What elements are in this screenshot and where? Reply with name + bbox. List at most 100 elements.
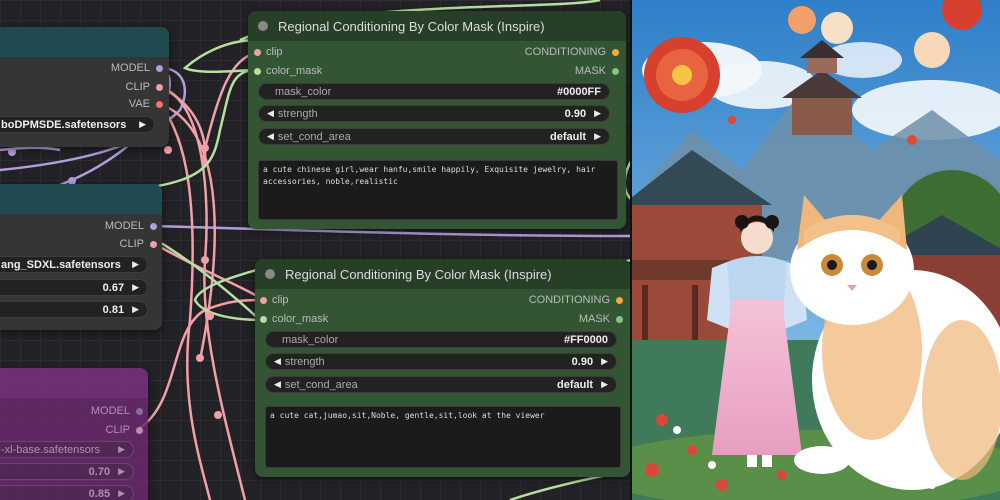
set-cond-area-value: default [557, 378, 594, 391]
set-cond-area-combo[interactable]: ◀ set_cond_area default ▶ [265, 376, 617, 393]
mask-color-value: #FF0000 [563, 333, 608, 346]
output-label-mask: MASK [578, 313, 610, 325]
node-header[interactable] [0, 184, 162, 214]
strength-widget[interactable]: ◀ strength 0.90 ▶ [258, 105, 610, 122]
set-cond-area-value: default [550, 130, 587, 143]
generated-image-preview [632, 0, 1000, 500]
strength-label: strength [284, 355, 325, 368]
collapse-dot-icon[interactable] [265, 269, 275, 279]
arrow-right-icon[interactable]: ▶ [601, 356, 608, 367]
conditioning-output-socket[interactable] [612, 49, 619, 56]
mask-output-socket[interactable] [612, 68, 619, 75]
color-mask-input-socket[interactable] [254, 68, 261, 75]
wire-mask [193, 266, 264, 322]
arrow-left-icon[interactable]: ◀ [274, 379, 281, 390]
output-label-vae: VAE [128, 98, 150, 110]
value1-widget[interactable]: 0.70 ▶ [0, 463, 134, 480]
output-label-conditioning: CONDITIONING [528, 294, 610, 306]
clip-input-socket[interactable] [254, 49, 261, 56]
node-header[interactable]: Regional Conditioning By Color Mask (Ins… [255, 259, 630, 289]
wire-model [0, 146, 61, 152]
output-label-model: MODEL [104, 220, 144, 232]
mask-color-label: mask_color [275, 85, 332, 98]
regional-conditioning-node-1[interactable]: Regional Conditioning By Color Mask (Ins… [248, 11, 626, 229]
ckpt-name-combo[interactable]: -xl-base.safetensors ▶ [0, 441, 134, 458]
arrow-left-icon[interactable]: ◀ [267, 131, 274, 142]
red-flower [644, 37, 720, 113]
color-mask-input-socket[interactable] [260, 316, 267, 323]
value2-value: 0.85 [88, 487, 111, 500]
conditioning-output-socket[interactable] [616, 297, 623, 304]
lora-name-combo[interactable]: ang_SDXL.safetensors ▶ [0, 256, 148, 273]
output-label-clip: CLIP [119, 238, 144, 250]
vae-output-socket[interactable] [156, 101, 163, 108]
lora-loader-node[interactable]: MODEL CLIP ang_SDXL.safetensors ▶ 0.67 ▶… [0, 184, 162, 330]
model-output-socket[interactable] [156, 65, 163, 72]
model-output-socket[interactable] [136, 408, 143, 415]
reroute-dot [201, 144, 209, 152]
node-header[interactable]: Regional Conditioning By Color Mask (Ins… [248, 11, 626, 41]
regional-conditioning-node-2[interactable]: Regional Conditioning By Color Mask (Ins… [255, 259, 630, 477]
clip-output-socket[interactable] [150, 241, 157, 248]
output-label-model: MODEL [110, 62, 150, 74]
arrow-right-icon[interactable]: ▶ [132, 304, 139, 315]
arrow-right-icon[interactable]: ▶ [132, 282, 139, 293]
reroute-dot [196, 354, 204, 362]
reroute-dot [214, 411, 222, 419]
value1-value: 0.70 [88, 465, 111, 478]
arrow-right-icon[interactable]: ▶ [139, 119, 146, 130]
value2-widget[interactable]: 0.85 ▶ [0, 485, 134, 500]
node-header[interactable] [0, 27, 169, 57]
strength-value: 0.90 [571, 355, 594, 368]
collapse-dot-icon[interactable] [258, 21, 268, 31]
mask-color-value: #0000FF [556, 85, 601, 98]
set-cond-area-label: set_cond_area [277, 130, 351, 143]
clip-output-socket[interactable] [156, 84, 163, 91]
input-label-clip: clip [272, 294, 289, 306]
set-cond-area-label: set_cond_area [284, 378, 358, 391]
mask-color-input[interactable]: mask_color #FF0000 [265, 331, 617, 348]
arrow-right-icon[interactable]: ▶ [594, 131, 601, 142]
arrow-right-icon[interactable]: ▶ [132, 259, 139, 270]
strength-clip-value: 0.81 [102, 303, 125, 316]
node-graph-canvas[interactable]: MODEL CLIP VAE boDPMSDE.safetensors ▶ MO… [0, 0, 632, 500]
checkpoint-loader-node[interactable]: MODEL CLIP VAE boDPMSDE.safetensors ▶ [0, 27, 169, 147]
ckpt-name-value: boDPMSDE.safetensors [1, 118, 127, 131]
arrow-right-icon[interactable]: ▶ [118, 488, 125, 499]
reroute-dot [206, 312, 214, 320]
strength-clip-widget[interactable]: 0.81 ▶ [0, 301, 148, 318]
reroute-dot [164, 146, 172, 154]
clip-input-socket[interactable] [260, 297, 267, 304]
output-label-clip: CLIP [105, 424, 130, 436]
arrow-right-icon[interactable]: ▶ [594, 108, 601, 119]
wire-clip [159, 85, 247, 500]
strength-widget[interactable]: ◀ strength 0.90 ▶ [265, 353, 617, 370]
arrow-left-icon[interactable]: ◀ [267, 108, 274, 119]
prompt-textarea[interactable]: a cute cat,jumao,sit,Noble, gentle,sit,l… [265, 406, 621, 468]
arrow-left-icon[interactable]: ◀ [274, 356, 281, 367]
strength-model-widget[interactable]: 0.67 ▶ [0, 279, 148, 296]
ckpt-name-combo[interactable]: boDPMSDE.safetensors ▶ [0, 116, 155, 133]
input-label-clip: clip [266, 46, 283, 58]
output-label-model: MODEL [90, 405, 130, 417]
strength-model-value: 0.67 [102, 281, 125, 294]
node-title: Regional Conditioning By Color Mask (Ins… [278, 18, 545, 34]
arrow-right-icon[interactable]: ▶ [601, 379, 608, 390]
mask-color-input[interactable]: mask_color #0000FF [258, 83, 610, 100]
prompt-textarea[interactable]: a cute chinese girl,wear hanfu,smile hap… [258, 160, 618, 220]
mask-output-socket[interactable] [616, 316, 623, 323]
node-title: Regional Conditioning By Color Mask (Ins… [285, 266, 552, 282]
set-cond-area-combo[interactable]: ◀ set_cond_area default ▶ [258, 128, 610, 145]
bypassed-loader-node[interactable]: MODEL CLIP -xl-base.safetensors ▶ 0.70 ▶… [0, 368, 148, 500]
arrow-right-icon[interactable]: ▶ [118, 444, 125, 455]
wire-clip [159, 103, 212, 500]
output-label-conditioning: CONDITIONING [524, 46, 606, 58]
arrow-right-icon[interactable]: ▶ [118, 466, 125, 477]
wire-clip [152, 241, 264, 302]
clip-output-socket[interactable] [136, 427, 143, 434]
model-output-socket[interactable] [150, 223, 157, 230]
output-label-clip: CLIP [125, 81, 150, 93]
node-header[interactable] [0, 368, 148, 398]
reroute-dot [8, 148, 16, 156]
wire-mask [182, 38, 258, 73]
